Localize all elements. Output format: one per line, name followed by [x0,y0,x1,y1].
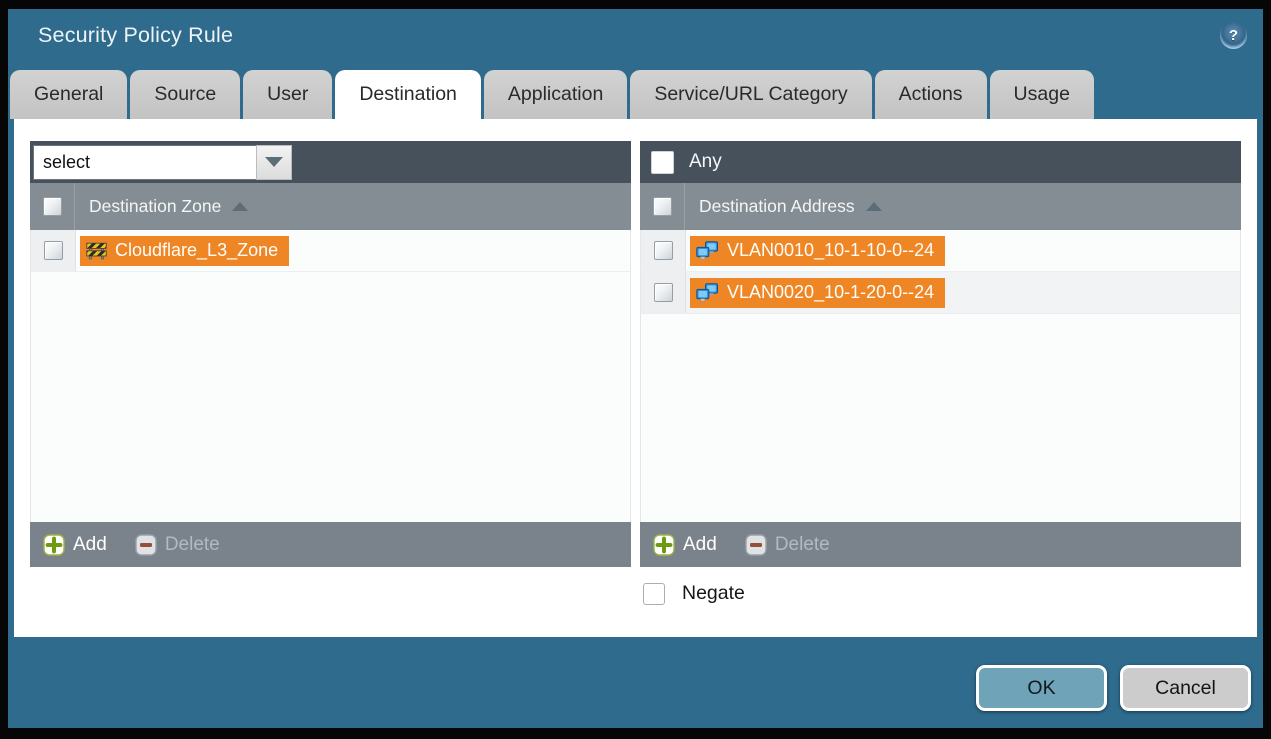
address-delete-label: Delete [775,534,830,556]
zone-column-sort[interactable]: Destination Zone [75,183,248,230]
any-toggle[interactable]: Any [643,151,722,174]
network-address-icon [696,283,719,302]
zone-row-checkbox-cell [31,230,76,271]
ok-button[interactable]: OK [976,665,1107,711]
zone-panel-footer: Add Delete [30,522,631,567]
negate-checkbox[interactable] [643,583,665,605]
tab-actions[interactable]: Actions [875,70,987,119]
address-column-sort[interactable]: Destination Address [685,183,882,230]
address-row: VLAN0010_10-1-10-0--24 [641,230,1240,272]
sort-asc-icon [866,202,882,211]
tab-strip: General Source User Destination Applicat… [8,70,1263,119]
address-item-label: VLAN0010_10-1-10-0--24 [727,240,934,261]
security-policy-rule-dialog: Security Policy Rule ? General Source Us… [0,0,1271,739]
address-list: VLAN0010_10-1-10-0--24 [640,230,1241,522]
address-row: VLAN0020_10-1-20-0--24 [641,272,1240,314]
address-row-checkbox-cell [641,272,686,313]
zone-column-label: Destination Zone [89,196,221,217]
zone-select-all-cell [30,183,75,230]
zone-add-label: Add [73,534,107,556]
zone-add-button[interactable]: Add [43,534,107,556]
address-item[interactable]: VLAN0020_10-1-20-0--24 [690,278,945,308]
zone-row-checkbox[interactable] [44,241,63,260]
plus-icon [43,534,65,556]
address-column-header: Destination Address [640,183,1241,230]
destination-zone-panel: Destination Zone [30,141,631,567]
tab-source[interactable]: Source [130,70,240,119]
sort-asc-icon [232,202,248,211]
chevron-down-icon [265,157,283,167]
address-panel-footer: Add Delete [640,522,1241,567]
zone-select-input[interactable] [33,145,256,180]
zone-icon [86,241,107,260]
zone-delete-button[interactable]: Delete [135,534,220,556]
any-checkbox[interactable] [651,151,674,174]
dialog-titlebar: Security Policy Rule ? [8,9,1263,70]
plus-icon [653,534,675,556]
dialog-footer: OK Cancel [8,637,1263,728]
tab-application[interactable]: Application [484,70,627,119]
tab-user[interactable]: User [243,70,332,119]
minus-icon [135,534,157,556]
address-row-checkbox[interactable] [654,283,673,302]
address-column-label: Destination Address [699,196,855,217]
destination-tab-content: Destination Zone [14,119,1257,637]
tab-usage[interactable]: Usage [990,70,1094,119]
address-row-checkbox[interactable] [654,241,673,260]
zone-row: Cloudflare_L3_Zone [31,230,630,272]
help-icon[interactable]: ? [1220,22,1247,49]
cancel-button[interactable]: Cancel [1120,665,1251,711]
address-item[interactable]: VLAN0010_10-1-10-0--24 [690,236,945,266]
zone-select-all-checkbox[interactable] [43,197,62,216]
zone-column-header: Destination Zone [30,183,631,230]
negate-row: Negate [30,582,1241,605]
zone-delete-label: Delete [165,534,220,556]
tab-service-url-category[interactable]: Service/URL Category [630,70,871,119]
zone-panel-toolbar [30,141,631,183]
address-select-all-cell [640,183,685,230]
zone-select-dropdown-button[interactable] [256,145,292,180]
negate-label: Negate [682,582,745,605]
any-label: Any [689,151,722,173]
zone-list: Cloudflare_L3_Zone [30,230,631,522]
address-add-label: Add [683,534,717,556]
tab-destination[interactable]: Destination [335,70,481,119]
address-item-label: VLAN0020_10-1-20-0--24 [727,282,934,303]
destination-address-panel: Any Destination Address [640,141,1241,567]
negate-toggle[interactable]: Negate [640,582,1241,605]
address-panel-toolbar: Any [640,141,1241,183]
address-delete-button[interactable]: Delete [745,534,830,556]
dialog-title: Security Policy Rule [38,23,233,48]
tab-general[interactable]: General [10,70,127,119]
minus-icon [745,534,767,556]
zone-select-combo [33,145,292,180]
address-select-all-checkbox[interactable] [653,197,672,216]
zone-item[interactable]: Cloudflare_L3_Zone [80,236,289,266]
address-add-button[interactable]: Add [653,534,717,556]
address-row-checkbox-cell [641,230,686,271]
network-address-icon [696,241,719,260]
zone-item-label: Cloudflare_L3_Zone [115,240,278,261]
